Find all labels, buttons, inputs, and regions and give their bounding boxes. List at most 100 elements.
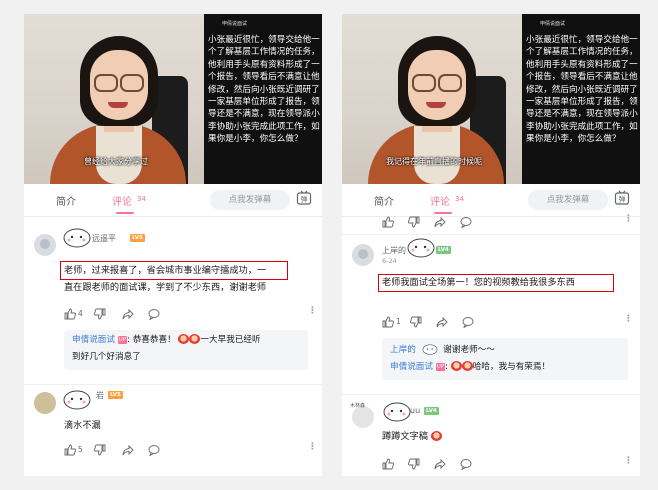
- like-icon[interactable]: [382, 216, 394, 228]
- reply-line-1: 上岸的 谢谢老师～～: [390, 342, 495, 358]
- tab-intro[interactable]: 简介: [56, 193, 76, 208]
- avatar-pendant-cat-icon: [63, 228, 91, 248]
- dislike-icon[interactable]: [408, 216, 420, 228]
- like-icon[interactable]: [64, 308, 76, 320]
- emoji-icon: [461, 361, 473, 371]
- dislike-icon[interactable]: [410, 316, 422, 328]
- share-icon[interactable]: [122, 444, 134, 456]
- reply-icon[interactable]: [460, 458, 472, 470]
- video-question-text: 小张最近很忙，领导交给他一个了解基层工作情况的任务，他利用手头原有资料形成了一个…: [208, 35, 320, 145]
- dislike-icon[interactable]: [94, 444, 106, 456]
- danmu-toggle-icon[interactable]: 弹: [296, 190, 312, 206]
- like-count: 4: [78, 309, 83, 318]
- like-icon[interactable]: [382, 458, 394, 470]
- avatar[interactable]: [34, 392, 56, 414]
- share-icon[interactable]: [434, 458, 446, 470]
- share-icon[interactable]: [122, 308, 134, 320]
- tab-bar: 简介 评论 34 点我发弹幕 弹: [342, 184, 640, 217]
- avatar-caption: 木林森: [350, 403, 366, 409]
- highlight-box: [60, 261, 288, 280]
- comment-count: 34: [455, 195, 464, 203]
- comment-actions: ⋮: [382, 456, 634, 470]
- comment-text-body: 蹲蹲文字稿: [382, 431, 428, 442]
- comment-username[interactable]: uu: [410, 406, 420, 415]
- video-watermark: 申倩说面试: [222, 21, 248, 27]
- comment-text-line2: 直在跟老师的面试课，学到了不少东西，谢谢老师: [64, 282, 267, 293]
- comment-text: 蹲蹲文字稿: [382, 428, 442, 445]
- reply-text-a: :: [445, 362, 448, 372]
- emoji-icon: [189, 334, 201, 344]
- more-options-icon[interactable]: ⋮: [308, 306, 317, 316]
- active-tab-indicator: [434, 212, 452, 214]
- comment-actions: 1 ⋮: [382, 314, 634, 328]
- reply-line-1: 申倩说面试 UP: 恭喜恭喜！ 一大早我已经听: [72, 333, 261, 348]
- tab-comments[interactable]: 评论: [430, 193, 450, 208]
- tab-comments[interactable]: 评论: [112, 193, 132, 208]
- video-player[interactable]: 申倩说面试 小张最近很忙，领导交给他一个了解基层工作情况的任务，他利用手头原有资…: [24, 14, 322, 184]
- comment-date: 6-24: [382, 257, 397, 265]
- presenter-mouth: [108, 102, 128, 108]
- reply-icon[interactable]: [462, 316, 474, 328]
- video-player[interactable]: 申倩说面试 小张最近很忙，领导交给他一个了解基层工作情况的任务，他利用手头原有资…: [342, 14, 640, 184]
- share-icon[interactable]: [434, 216, 446, 228]
- reply-author[interactable]: 上岸的: [390, 345, 416, 355]
- user-level-badge: LV5: [130, 234, 145, 242]
- reply-text-a: : 恭喜恭喜！: [127, 335, 176, 345]
- comment-username[interactable]: 上岸的: [382, 245, 406, 256]
- avatar[interactable]: [352, 244, 374, 266]
- avatar[interactable]: [34, 234, 56, 256]
- comment-username[interactable]: 远遥平: [92, 233, 116, 244]
- danmu-input[interactable]: 点我发弹幕: [210, 190, 290, 210]
- reply-text-b: 一大早我已经听: [200, 335, 261, 345]
- svg-text:弹: 弹: [301, 195, 308, 204]
- reply-icon[interactable]: [148, 308, 160, 320]
- reply-line-2: 到好几个好消息了: [72, 352, 141, 362]
- avatar-pendant-cat-icon: [63, 390, 91, 410]
- up-badge: UP: [117, 336, 128, 344]
- dislike-icon[interactable]: [408, 458, 420, 470]
- reply-icon[interactable]: [460, 216, 472, 228]
- reply-author[interactable]: 申倩说面试: [390, 362, 433, 372]
- dislike-icon[interactable]: [94, 308, 106, 320]
- reply-author[interactable]: 申倩说面试: [72, 335, 115, 345]
- avatar[interactable]: [352, 406, 374, 428]
- comment-text: 滴水不漏: [64, 420, 101, 431]
- more-options-icon[interactable]: ⋮: [624, 314, 633, 324]
- divider: [342, 234, 640, 235]
- glasses-left: [94, 74, 118, 92]
- reply-box[interactable]: 申倩说面试 UP: 恭喜恭喜！ 一大早我已经听 到好几个好消息了: [64, 330, 308, 370]
- comment-username[interactable]: 岩: [96, 390, 104, 401]
- more-options-icon[interactable]: ⋮: [624, 456, 633, 466]
- divider: [24, 384, 322, 385]
- emoji-icon: [178, 334, 190, 344]
- reply-text-b: 哈哈，我与有荣焉！: [472, 362, 551, 372]
- user-level-badge: LV4: [424, 407, 439, 415]
- presenter-blouse: [414, 126, 460, 184]
- avatar-pendant-cat-icon: [422, 344, 437, 355]
- danmu-input[interactable]: 点我发弹幕: [528, 190, 608, 210]
- reply-line-2: 申倩说面试 UP: 哈哈，我与有荣焉！: [390, 360, 550, 375]
- reply-box[interactable]: 上岸的 谢谢老师～～ 申倩说面试 UP: 哈哈，我与有荣焉！: [382, 338, 628, 380]
- tab-intro[interactable]: 简介: [374, 193, 394, 208]
- video-subtitle: 曾经给大家分享过: [84, 157, 148, 166]
- active-tab-indicator: [116, 212, 134, 214]
- user-level-badge: LV4: [436, 246, 451, 254]
- avatar-pendant-cat-icon: [383, 402, 411, 422]
- right-screenshot-panel: 申倩说面试 小张最近很忙，领导交给他一个了解基层工作情况的任务，他利用手头原有资…: [342, 14, 640, 476]
- like-count: 5: [78, 445, 83, 454]
- like-icon[interactable]: [382, 316, 394, 328]
- svg-text:弹: 弹: [619, 195, 626, 204]
- more-options-icon[interactable]: ⋮: [308, 442, 317, 452]
- up-badge: UP: [435, 363, 446, 371]
- highlight-box: [378, 274, 614, 292]
- presenter-mouth: [426, 102, 446, 108]
- like-icon[interactable]: [64, 444, 76, 456]
- share-icon[interactable]: [436, 316, 448, 328]
- more-options-icon[interactable]: ⋮: [624, 214, 633, 224]
- user-level-badge: LV5: [108, 391, 123, 399]
- danmu-toggle-icon[interactable]: 弹: [614, 190, 630, 206]
- comment-actions: 4 ⋮: [64, 306, 317, 320]
- reply-icon[interactable]: [148, 444, 160, 456]
- avatar-pendant-cat-icon: [407, 238, 435, 258]
- video-subtitle: 我记得在年前直播的时候呢: [386, 157, 482, 166]
